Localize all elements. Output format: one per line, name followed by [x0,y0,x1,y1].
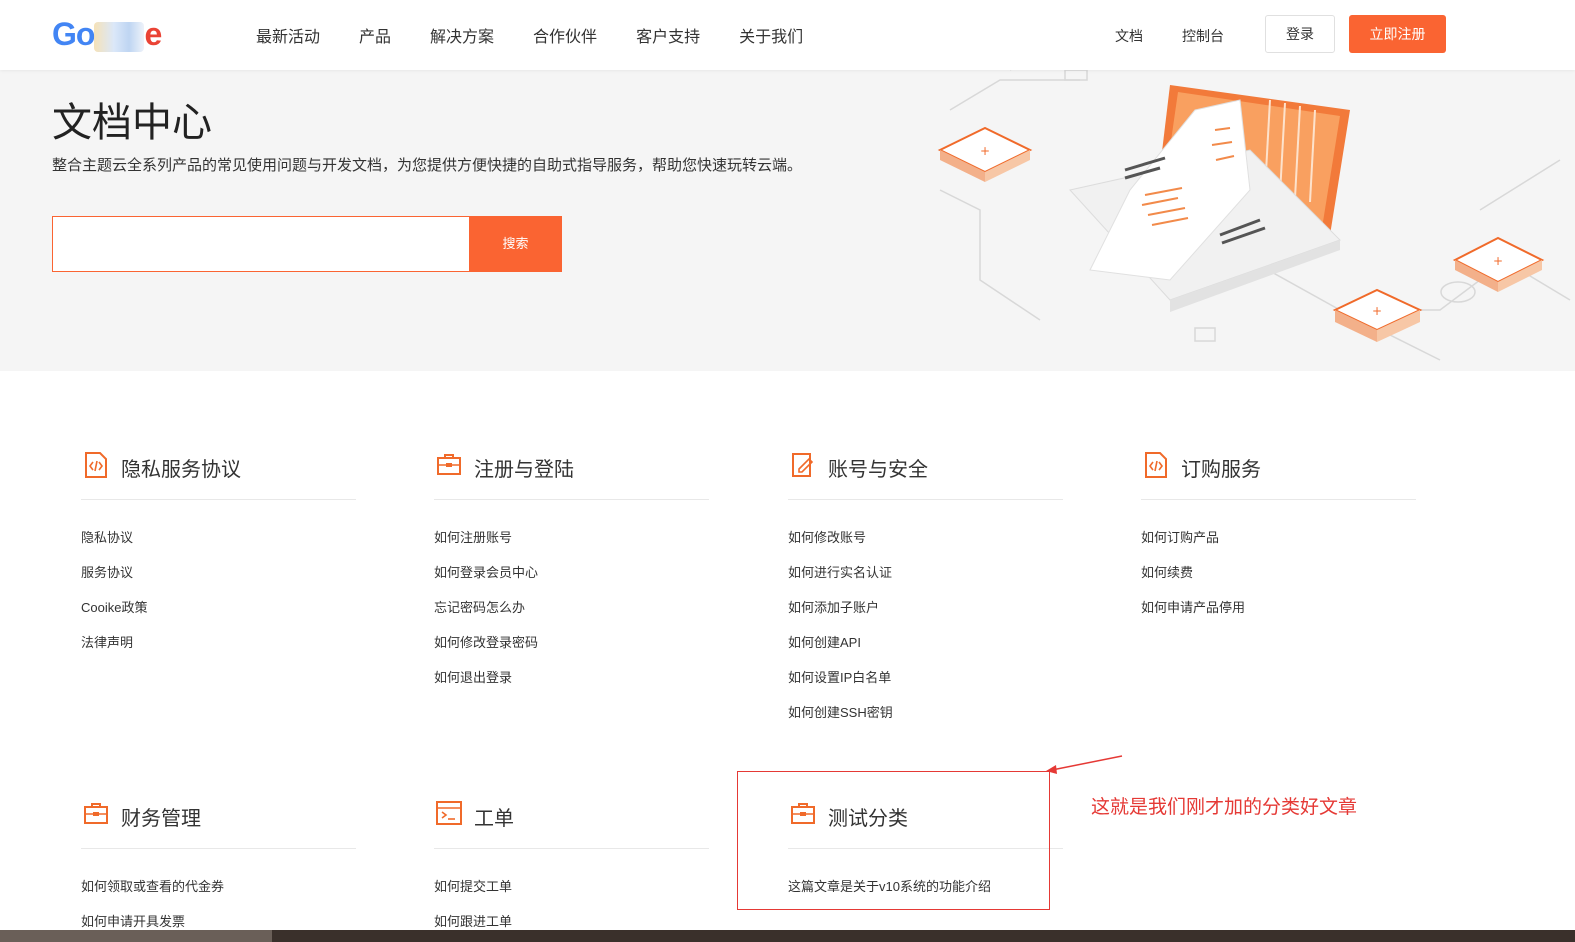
page-title: 文档中心 [52,100,212,146]
nav-item-about[interactable]: 关于我们 [739,23,803,47]
logo-text-end: e [144,16,162,52]
doc-link[interactable]: 如何注册账号 [434,528,709,563]
category-links: 如何注册账号 如何登录会员中心 忘记密码怎么办 如何修改登录密码 如何退出登录 [434,528,709,703]
search-button[interactable]: 搜索 [469,216,562,272]
category-links: 如何订购产品 如何续费 如何申请产品停用 [1141,528,1416,633]
category-register-login: 注册与登陆 如何注册账号 如何登录会员中心 忘记密码怎么办 如何修改登录密码 如… [434,450,709,703]
register-button[interactable]: 立即注册 [1349,15,1446,53]
category-header: 工单 [434,799,709,849]
search-input[interactable] [52,216,470,272]
svg-text:+: + [1372,304,1382,318]
briefcase-icon [437,454,461,475]
code-doc-icon [1145,452,1167,478]
logo-blurred-region [94,21,145,52]
page-subtitle: 整合主题云全系列产品的常见使用问题与开发文档，为您提供方便快捷的自助式指导服务，… [52,157,803,174]
category-title: 注册与登陆 [474,457,574,481]
doc-link[interactable]: 法律声明 [81,633,356,668]
site-logo[interactable]: Go e [52,14,192,54]
doc-link[interactable]: 如何退出登录 [434,668,709,703]
docs-link[interactable]: 文档 [1115,26,1143,46]
category-header: 订购服务 [1141,450,1416,500]
doc-link[interactable]: 如何修改账号 [788,528,1063,563]
category-links: 如何修改账号 如何进行实名认证 如何添加子账户 如何创建API 如何设置IP白名… [788,528,1063,738]
doc-link[interactable]: 如何登录会员中心 [434,563,709,598]
hero-banner: 文档中心 整合主题云全系列产品的常见使用问题与开发文档，为您提供方便快捷的自助式… [0,70,1575,371]
category-finance: 财务管理 如何领取或查看的代金券 如何申请开具发票 [81,799,356,942]
console-link[interactable]: 控制台 [1182,26,1224,46]
doc-link[interactable]: 如何订购产品 [1141,528,1416,563]
svg-text:+: + [980,144,990,158]
doc-link[interactable]: 服务协议 [81,563,356,598]
doc-link[interactable]: 如何创建SSH密钥 [788,703,1063,738]
category-ordering: 订购服务 如何订购产品 如何续费 如何申请产品停用 [1141,450,1416,633]
doc-link[interactable]: 如何领取或查看的代金券 [81,877,356,912]
category-title: 工单 [474,806,514,830]
logo-text-start: Go [52,16,95,52]
code-doc-icon [85,452,107,478]
doc-link[interactable]: 隐私协议 [81,528,356,563]
nav-item-products[interactable]: 产品 [359,23,391,47]
category-privacy: 隐私服务协议 隐私协议 服务协议 Cooike政策 法律声明 [81,450,356,668]
category-account-security: 账号与安全 如何修改账号 如何进行实名认证 如何添加子账户 如何创建API 如何… [788,450,1063,738]
briefcase-icon [84,803,108,824]
bottom-bar-thumb [0,930,272,942]
nav-item-activities[interactable]: 最新活动 [256,23,320,47]
annotation-arrow-icon [1046,755,1123,774]
category-header: 账号与安全 [788,450,1063,500]
category-title: 隐私服务协议 [121,457,241,481]
nav-item-solutions[interactable]: 解决方案 [430,23,494,47]
doc-link[interactable]: 如何添加子账户 [788,598,1063,633]
nav-item-partners[interactable]: 合作伙伴 [533,23,597,47]
category-title: 账号与安全 [828,457,928,481]
category-title: 订购服务 [1181,457,1261,481]
doc-link[interactable]: Cooike政策 [81,598,356,633]
top-header: Go e 最新活动 产品 解决方案 合作伙伴 客户支持 关于我们 文档 控制台 登… [0,0,1575,70]
category-header: 财务管理 [81,799,356,849]
svg-text:+: + [1493,254,1503,268]
category-tickets: 工单 如何提交工单 如何跟进工单 [434,799,709,942]
doc-link[interactable]: 如何提交工单 [434,877,709,912]
doc-link[interactable]: 如何申请产品停用 [1141,598,1416,633]
hero-illustration: + + + [937,70,1571,361]
annotation-text: 这就是我们刚才加的分类好文章 [1091,796,1358,818]
doc-link[interactable]: 如何续费 [1141,563,1416,598]
category-title: 财务管理 [121,806,201,830]
annotation-highlight-box [737,771,1050,910]
main-nav: 最新活动 产品 解决方案 合作伙伴 客户支持 关于我们 [256,0,842,70]
bottom-bar [0,930,1575,942]
doc-link[interactable]: 如何设置IP白名单 [788,668,1063,703]
category-header: 隐私服务协议 [81,450,356,500]
login-button[interactable]: 登录 [1265,15,1335,53]
nav-item-support[interactable]: 客户支持 [636,23,700,47]
terminal-icon [436,801,462,825]
doc-link[interactable]: 如何修改登录密码 [434,633,709,668]
doc-link[interactable]: 如何进行实名认证 [788,563,1063,598]
doc-link[interactable]: 如何创建API [788,633,1063,668]
edit-doc-icon [792,453,814,477]
category-links: 隐私协议 服务协议 Cooike政策 法律声明 [81,528,356,668]
category-header: 注册与登陆 [434,450,709,500]
doc-link[interactable]: 忘记密码怎么办 [434,598,709,633]
